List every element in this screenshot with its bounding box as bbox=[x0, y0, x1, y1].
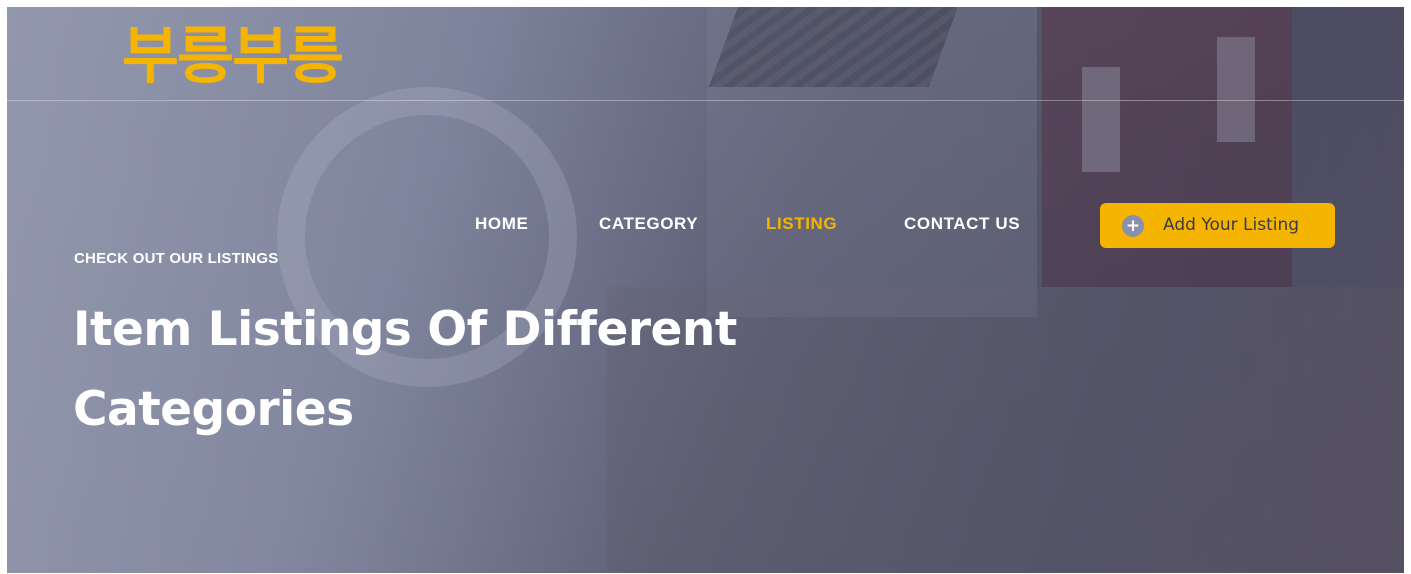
background-roof bbox=[708, 7, 966, 87]
nav-item-listing[interactable]: LISTING bbox=[766, 214, 837, 234]
background-house bbox=[707, 7, 1037, 317]
site-logo[interactable]: 부릉부릉 bbox=[122, 21, 344, 91]
nav-item-category[interactable]: CATEGORY bbox=[599, 214, 698, 234]
hero-banner: 부릉부릉 HOME CATEGORY LISTING CONTACT US + … bbox=[7, 7, 1404, 573]
nav-item-home[interactable]: HOME bbox=[475, 214, 528, 234]
nav-item-contact-us[interactable]: CONTACT US bbox=[904, 214, 1020, 234]
background-window bbox=[1082, 67, 1120, 172]
add-listing-button[interactable]: + Add Your Listing bbox=[1100, 203, 1335, 248]
header-divider bbox=[7, 100, 1404, 101]
hero-headline: Item Listings Of Different Categories bbox=[73, 302, 737, 437]
hero-kicker: CHECK OUT OUR LISTINGS bbox=[74, 250, 279, 267]
add-listing-label: Add Your Listing bbox=[1163, 215, 1300, 235]
background-window bbox=[1217, 37, 1255, 142]
plus-circle-icon: + bbox=[1122, 215, 1144, 237]
